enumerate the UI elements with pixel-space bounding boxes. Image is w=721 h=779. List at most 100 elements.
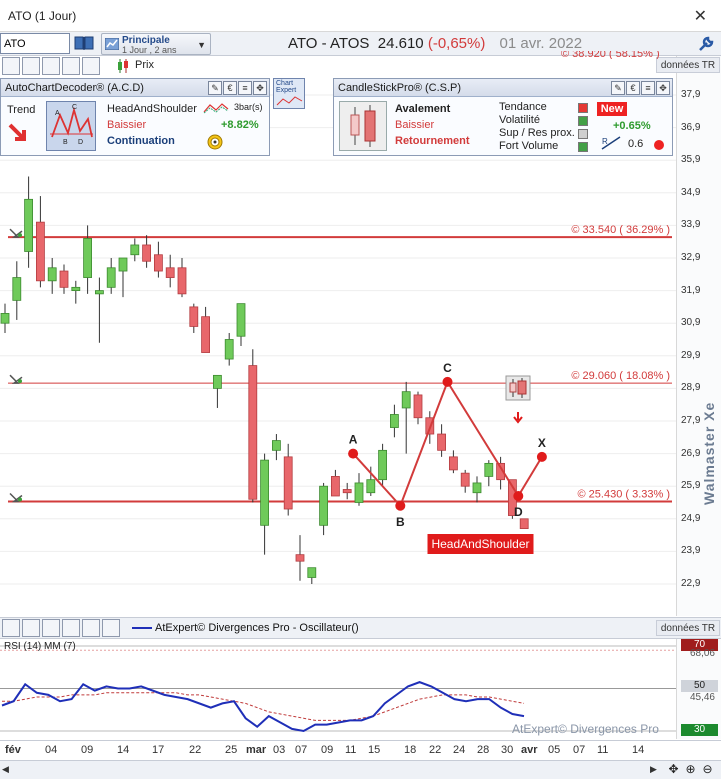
close-icon[interactable]: ✕ <box>694 6 707 26</box>
scroll-right-icon[interactable]: ▶ <box>650 764 662 776</box>
candle[interactable] <box>319 482 329 536</box>
candle[interactable] <box>354 473 364 506</box>
indicator-icon[interactable] <box>22 619 40 637</box>
pattern-point[interactable] <box>513 490 524 501</box>
candle[interactable] <box>472 476 482 503</box>
candle[interactable] <box>106 258 116 294</box>
pattern-badge[interactable]: HeadAndShoulder <box>427 534 534 554</box>
ticker-input[interactable] <box>0 33 70 54</box>
candle[interactable] <box>283 443 293 516</box>
candle[interactable] <box>153 241 163 278</box>
euro-icon[interactable]: € <box>626 81 640 95</box>
candle[interactable] <box>519 518 529 529</box>
acd-panel[interactable]: AutoChartDecoder® (A.C.D) ✎ € ≡ ✥ Trend A C… <box>0 78 270 156</box>
osc-axis-label: 45,46 <box>689 692 715 703</box>
candle[interactable] <box>59 264 69 294</box>
scroll-left-icon[interactable]: ◀ <box>2 764 14 776</box>
price-axis-label: 34,9 <box>681 186 701 198</box>
candle[interactable] <box>83 225 92 294</box>
donnees-tr-badge[interactable]: données TR <box>656 620 720 636</box>
candle[interactable] <box>401 381 411 454</box>
date-axis-label: 14 <box>117 744 130 756</box>
move-icon[interactable]: ✥ <box>656 81 670 95</box>
indicator-icon[interactable] <box>22 57 40 75</box>
pattern-point[interactable] <box>395 500 406 511</box>
zoom-in-icon[interactable]: ⊕ <box>683 762 698 777</box>
candle[interactable] <box>389 404 399 438</box>
candle[interactable] <box>71 280 81 304</box>
candle[interactable] <box>378 443 388 487</box>
date-axis-label: 28 <box>477 744 490 756</box>
candle[interactable] <box>95 277 104 343</box>
zoom-out-icon[interactable]: ⊖ <box>700 762 715 777</box>
candle[interactable] <box>0 303 10 333</box>
candle[interactable] <box>12 261 22 320</box>
instrument-price: 24.610 <box>377 35 424 52</box>
date-axis[interactable]: fév 04 09 14 17 22 25 mar 03 07 09 11 15 18 22 24 28 30 av… <box>0 740 721 760</box>
ap-icon[interactable] <box>62 57 80 75</box>
wrench-icon[interactable] <box>697 35 715 53</box>
candle[interactable] <box>142 235 152 268</box>
candle[interactable] <box>295 535 305 581</box>
chart-toolbar: Prix <box>0 56 270 76</box>
candle[interactable] <box>413 391 423 425</box>
candle[interactable] <box>177 258 187 298</box>
window-icon[interactable] <box>82 57 100 75</box>
tools-icon[interactable] <box>2 619 20 637</box>
candle[interactable] <box>24 176 34 268</box>
candle[interactable] <box>260 453 270 555</box>
wave-icon[interactable] <box>42 619 60 637</box>
horizontal-scrollbar[interactable]: ◀ ▶ ✥ ⊕ ⊖ <box>0 760 721 779</box>
candle[interactable] <box>118 257 128 298</box>
candle[interactable] <box>47 258 57 294</box>
candle[interactable] <box>201 306 211 353</box>
candle[interactable] <box>165 254 175 288</box>
candle[interactable] <box>224 332 234 366</box>
status-dot-icon <box>654 140 664 150</box>
tools-icon[interactable] <box>2 57 20 75</box>
donnees-tr-badge[interactable]: données TR <box>656 57 720 73</box>
candle[interactable] <box>437 424 447 457</box>
wave-icon[interactable] <box>42 57 60 75</box>
pattern-point[interactable] <box>536 451 547 462</box>
candle[interactable] <box>271 434 281 461</box>
csp-panel[interactable]: CandleStickPro® (C.S.P) ✎ € ≡ ✥ Avalement B… <box>333 78 673 156</box>
candle[interactable] <box>460 469 470 493</box>
euro-icon[interactable]: € <box>223 81 237 95</box>
move-icon[interactable]: ✥ <box>253 81 267 95</box>
candle[interactable] <box>342 482 352 500</box>
level-marker-icon[interactable] <box>9 492 23 503</box>
engulfing-candle-icon[interactable] <box>339 101 387 151</box>
close-icon[interactable] <box>102 619 120 637</box>
tools-icon[interactable]: ✎ <box>208 81 222 95</box>
chart-expert-icon[interactable]: Chart Expert <box>273 78 305 109</box>
settings-icon[interactable]: ≡ <box>641 81 655 95</box>
period-select[interactable]: Principale 1 Jour , 2 ans ▼ <box>101 33 211 55</box>
price-axis-label: 31,9 <box>681 284 701 296</box>
tools-icon[interactable]: ✎ <box>611 81 625 95</box>
price-axis[interactable]: 37,9 36,9 35,9 34,9 33,9 32,9 31,9 30,9 29,9 28,9… <box>676 56 721 616</box>
pattern-point[interactable] <box>348 448 359 459</box>
level-marker-icon[interactable] <box>9 374 23 384</box>
pattern-diagram-icon[interactable]: A C B D <box>46 101 96 151</box>
diagram-letter: C <box>72 104 77 111</box>
candle[interactable] <box>248 349 258 503</box>
level-marker-icon[interactable] <box>9 228 23 238</box>
target-icon[interactable] <box>207 134 223 150</box>
candle[interactable] <box>307 567 317 584</box>
candle[interactable] <box>236 303 246 347</box>
candle[interactable] <box>189 303 199 333</box>
candle[interactable] <box>212 374 222 408</box>
price-axis-label: 36,9 <box>681 121 701 133</box>
ap-icon[interactable] <box>62 619 80 637</box>
window-icon[interactable] <box>82 619 100 637</box>
settings-icon[interactable]: ≡ <box>238 81 252 95</box>
candle[interactable] <box>330 469 340 497</box>
crosshair-icon[interactable]: ✥ <box>666 762 681 777</box>
pattern-point[interactable] <box>442 376 453 387</box>
candle[interactable] <box>36 196 45 288</box>
engulfing-marker-icon[interactable] <box>505 375 531 401</box>
candle[interactable] <box>484 460 494 487</box>
book-icon[interactable] <box>74 35 94 52</box>
price-axis-label: 23,9 <box>681 545 701 557</box>
